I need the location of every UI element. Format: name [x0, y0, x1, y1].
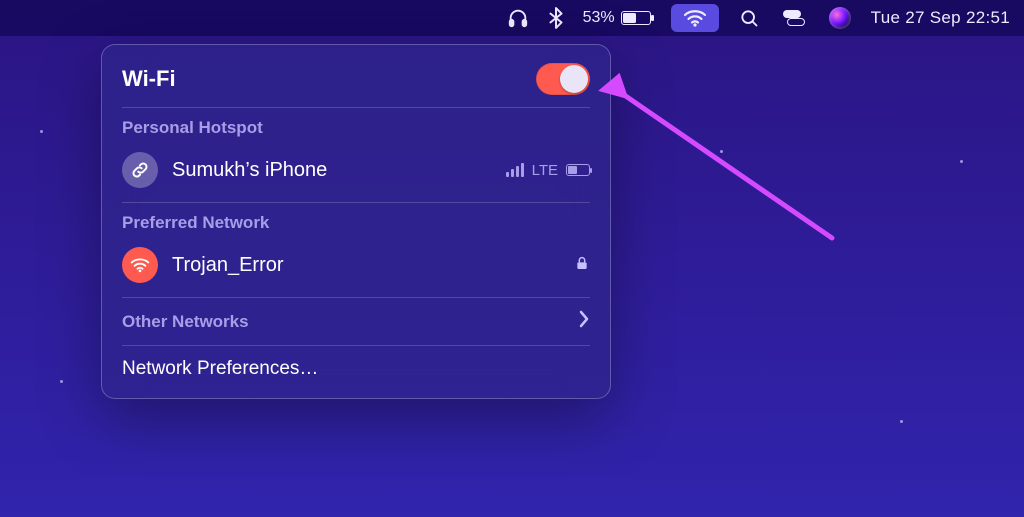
wifi-icon [683, 8, 707, 28]
cell-band-label: LTE [532, 162, 558, 179]
battery-status[interactable]: 53% [583, 9, 651, 27]
wifi-toggle-knob [560, 65, 588, 93]
other-networks-label: Other Networks [122, 312, 249, 332]
lock-icon [574, 254, 590, 276]
hotspot-link-icon [122, 152, 158, 188]
preferred-network-name: Trojan_Error [172, 254, 284, 277]
wifi-dropdown-panel: Wi-Fi Personal Hotspot Sumukh’s iPhone L… [101, 44, 611, 399]
hotspot-device-name: Sumukh’s iPhone [172, 159, 327, 182]
control-center-icon[interactable] [779, 8, 809, 28]
preferred-network-row[interactable]: Trojan_Error [122, 237, 590, 297]
cell-signal-icon [506, 163, 524, 177]
hotspot-battery-icon [566, 164, 590, 176]
menubar-clock[interactable]: Tue 27 Sep 22:51 [871, 8, 1010, 28]
wifi-toggle[interactable] [536, 63, 590, 95]
bluetooth-icon[interactable] [549, 7, 563, 29]
spotlight-search-icon[interactable] [739, 8, 759, 28]
panel-title: Wi-Fi [122, 66, 176, 92]
hotspot-row[interactable]: Sumukh’s iPhone LTE [122, 142, 590, 202]
annotation-arrow [592, 68, 852, 268]
other-networks-row[interactable]: Other Networks [122, 298, 590, 345]
headphones-icon[interactable] [507, 7, 529, 29]
section-label-preferred: Preferred Network [122, 213, 590, 233]
section-label-hotspot: Personal Hotspot [122, 118, 590, 138]
battery-pct-label: 53% [583, 9, 615, 27]
network-preferences-row[interactable]: Network Preferences… [122, 346, 590, 386]
siri-icon[interactable] [829, 7, 851, 29]
wifi-network-icon [122, 247, 158, 283]
wifi-menubar-button[interactable] [671, 4, 719, 32]
battery-icon [621, 11, 651, 25]
network-preferences-label: Network Preferences… [122, 358, 318, 379]
menubar: 53% Tue 27 Sep 22:51 [0, 0, 1024, 36]
chevron-right-icon [578, 310, 590, 333]
